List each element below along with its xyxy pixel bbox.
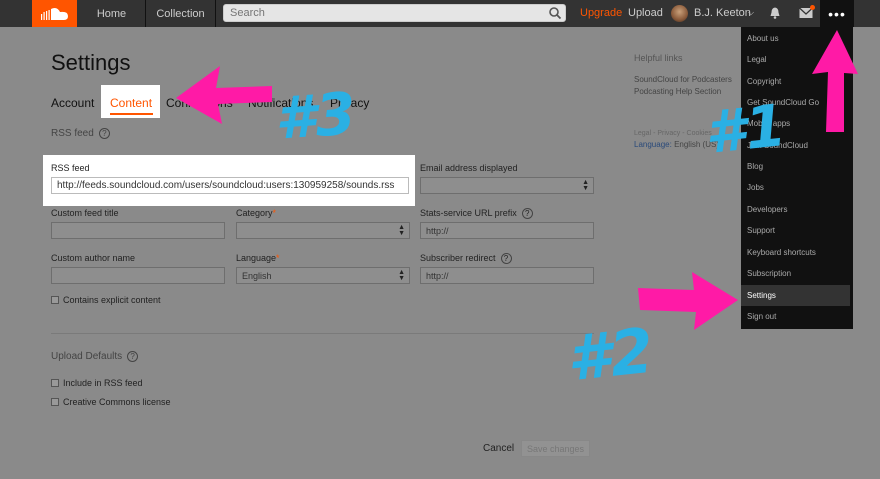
search-input[interactable] xyxy=(223,4,566,22)
annotation-one: #1 xyxy=(701,90,790,168)
custom-title-label: Custom feed title xyxy=(51,208,119,218)
menu-item-signout[interactable]: Sign out xyxy=(741,306,853,327)
menu-item-label: Keyboard shortcuts xyxy=(747,248,816,257)
upload-defaults-label: Upload Defaults xyxy=(51,351,123,363)
rss-feed-field[interactable]: http://feeds.soundcloud.com/users/soundc… xyxy=(51,177,409,194)
rss-section-heading: RSS feed? xyxy=(51,128,110,139)
menu-item-label: Support xyxy=(747,226,776,235)
menu-item-label: Legal xyxy=(747,55,767,64)
search-icon[interactable] xyxy=(548,6,562,20)
explicit-label: Contains explicit content xyxy=(63,295,161,305)
stats-placeholder: http:// xyxy=(426,225,449,236)
help-icon[interactable]: ? xyxy=(500,253,512,265)
more-menu-button[interactable]: ••• xyxy=(820,0,854,27)
podcasting-help-link[interactable]: Podcasting Help Section xyxy=(634,87,721,96)
menu-item-label: Settings xyxy=(747,291,776,300)
section-divider xyxy=(51,333,594,334)
help-icon[interactable]: ? xyxy=(521,208,533,220)
tab-active-underline xyxy=(110,113,153,115)
arrow-up-icon xyxy=(812,30,858,132)
custom-title-field[interactable] xyxy=(51,222,225,239)
arrow-left-icon xyxy=(176,66,272,124)
redirect-label-text: Subscriber redirect xyxy=(420,253,496,263)
redirect-field[interactable]: http:// xyxy=(420,267,594,284)
upload-defaults-heading: Upload Defaults? xyxy=(51,351,139,363)
author-label: Custom author name xyxy=(51,253,136,263)
help-icon[interactable]: ? xyxy=(98,128,110,139)
menu-item-jobs[interactable]: Jobs xyxy=(741,177,853,198)
category-label: Category* xyxy=(236,208,276,218)
stats-label-text: Stats-service URL prefix xyxy=(420,208,517,218)
menu-item-subscription[interactable]: Subscription xyxy=(741,263,853,284)
author-field[interactable] xyxy=(51,267,225,284)
email-select[interactable]: ▲ ▼ xyxy=(420,177,594,194)
stats-label: Stats-service URL prefix? xyxy=(420,208,533,220)
soundcloud-logo[interactable] xyxy=(32,0,77,27)
annotation-three: #3 xyxy=(272,79,358,153)
chevron-down-icon[interactable]: ⌵ xyxy=(748,8,754,18)
nav-collection[interactable]: Collection xyxy=(146,0,216,27)
select-arrows-icon: ▲ ▼ xyxy=(398,224,405,237)
menu-item-developers[interactable]: Developers xyxy=(741,199,853,220)
menu-item-label: Blog xyxy=(747,162,764,171)
save-button-label: Save changes xyxy=(526,443,585,454)
annotation-two: #2 xyxy=(563,313,657,396)
nav-home-label: Home xyxy=(96,7,127,20)
save-button[interactable]: Save changes xyxy=(521,440,590,457)
cc-license-checkbox[interactable] xyxy=(51,398,59,406)
required-marker: * xyxy=(272,208,277,218)
rss-feed-label: RSS feed xyxy=(51,163,90,173)
menu-item-support[interactable]: Support xyxy=(741,220,853,241)
helpful-links-heading: Helpful links xyxy=(634,53,683,63)
redirect-label: Subscriber redirect? xyxy=(420,253,512,265)
page-title: Settings xyxy=(51,50,131,75)
menu-item-shortcuts[interactable]: Keyboard shortcuts xyxy=(741,242,853,263)
menu-item-label: Developers xyxy=(747,205,788,214)
select-arrows-icon: ▲ ▼ xyxy=(582,179,589,192)
nav-home[interactable]: Home xyxy=(78,0,146,27)
cc-license-label: Creative Commons license xyxy=(63,397,171,407)
cloud-icon xyxy=(40,7,68,20)
language-select[interactable]: English ▲ ▼ xyxy=(236,267,410,284)
more-icon: ••• xyxy=(828,5,846,22)
menu-item-settings[interactable]: Settings xyxy=(741,285,850,306)
category-select[interactable]: ▲ ▼ xyxy=(236,222,410,239)
upgrade-link[interactable]: Upgrade xyxy=(580,7,622,19)
bell-icon[interactable] xyxy=(768,6,782,20)
legal-links[interactable]: Legal - Privacy - Cookies xyxy=(634,130,712,137)
menu-item-label: Subscription xyxy=(747,269,792,278)
language-value: English xyxy=(242,270,272,281)
rss-feed-value: http://feeds.soundcloud.com/users/soundc… xyxy=(57,180,395,191)
cancel-button[interactable]: Cancel xyxy=(483,443,514,454)
nav-collection-label: Collection xyxy=(156,7,205,20)
help-icon[interactable]: ? xyxy=(127,351,139,362)
redirect-placeholder: http:// xyxy=(426,270,449,281)
menu-item-label: Sign out xyxy=(747,312,777,321)
category-label-text: Category xyxy=(236,208,273,218)
arrow-right-icon xyxy=(638,272,738,330)
rss-section-label: RSS feed xyxy=(51,128,94,140)
podcasters-link[interactable]: SoundCloud for Podcasters xyxy=(634,75,732,84)
tab-account[interactable]: Account xyxy=(51,96,94,110)
explicit-checkbox[interactable] xyxy=(51,296,59,304)
notification-dot xyxy=(810,5,815,10)
menu-item-label: Jobs xyxy=(747,183,764,192)
include-rss-label: Include in RSS feed xyxy=(63,378,143,388)
required-marker: * xyxy=(276,253,280,263)
upload-link[interactable]: Upload xyxy=(628,7,663,19)
email-label: Email address displayed xyxy=(420,163,518,173)
tab-content[interactable]: Content xyxy=(110,96,152,110)
stats-url-field[interactable]: http:// xyxy=(420,222,594,239)
menu-item-label: Copyright xyxy=(747,77,782,86)
language-label: Language* xyxy=(236,253,280,263)
menu-item-label: About us xyxy=(747,34,779,43)
select-arrows-icon: ▲ ▼ xyxy=(398,269,405,282)
language-key: Language: xyxy=(634,140,672,149)
avatar[interactable] xyxy=(671,5,688,22)
user-name[interactable]: B.J. Keeton xyxy=(694,7,751,19)
language-label-text: Language xyxy=(236,253,277,263)
include-rss-checkbox[interactable] xyxy=(51,379,59,387)
